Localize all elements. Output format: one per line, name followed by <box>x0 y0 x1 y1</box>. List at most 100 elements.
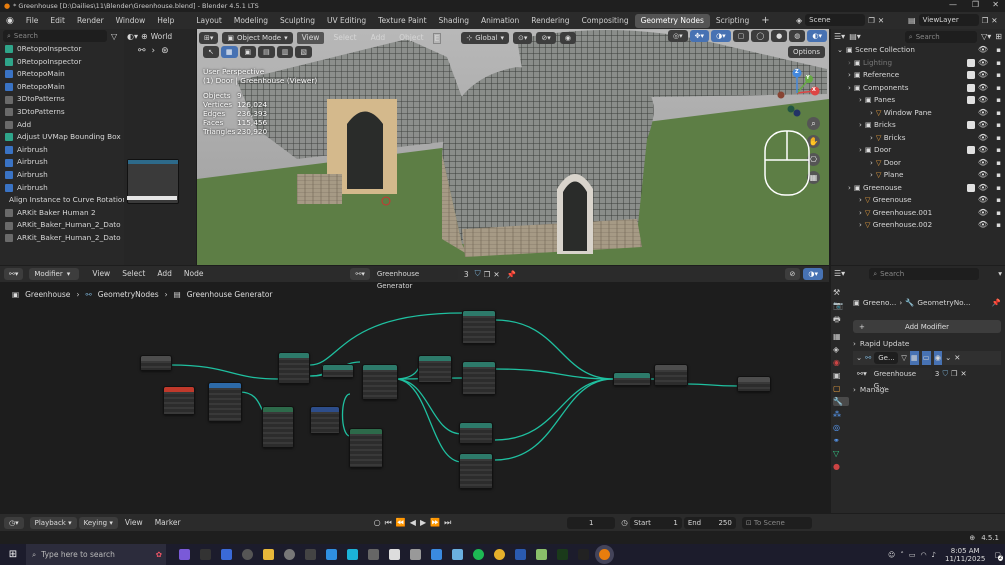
uv-unwrap-node[interactable] <box>459 422 493 444</box>
user-icon[interactable]: ☺ <box>888 551 895 559</box>
calculator-icon[interactable] <box>221 549 232 560</box>
world-tab-icon[interactable]: ◉ <box>833 358 849 367</box>
duplicate-icon[interactable]: ❐ <box>951 367 958 381</box>
jump-start-icon[interactable]: ⏮ <box>385 518 392 528</box>
set-material-node-1[interactable] <box>462 310 496 344</box>
particles-tab-icon[interactable]: ⁂ <box>833 410 849 419</box>
camera-icon[interactable]: ▪ <box>996 144 1001 157</box>
camera-icon[interactable]: ▪ <box>996 119 1001 132</box>
material-shading-icon[interactable]: ◍ <box>789 30 806 42</box>
asset-item[interactable]: ARKit_Baker_Human_2_Dato <box>0 219 124 232</box>
outliner-row[interactable]: › ▣ Panes 👁 ▪ <box>831 94 1005 107</box>
filter-icon[interactable]: ▽▾ <box>981 32 991 41</box>
chevron-right-icon[interactable]: › <box>859 208 862 217</box>
camera-icon[interactable]: ▪ <box>996 194 1001 207</box>
chevron-right-icon[interactable]: › <box>859 120 862 129</box>
output-tab-icon[interactable]: 🖶 <box>833 314 849 328</box>
file-explorer-icon[interactable] <box>263 549 274 560</box>
asset-item[interactable]: Airbrush <box>0 144 124 157</box>
visibility-icon[interactable]: ◎▾ <box>668 30 688 42</box>
chevron-right-icon[interactable]: › <box>848 83 851 92</box>
gizmo-toggle-icon[interactable]: ✥▾ <box>689 30 710 42</box>
record-icon[interactable]: ○ <box>374 518 381 527</box>
camera-icon[interactable]: ▪ <box>996 94 1001 107</box>
camera-icon[interactable]: ▪ <box>996 132 1001 145</box>
maximize-button[interactable]: ❐ <box>972 0 979 9</box>
exclude-checkbox[interactable] <box>967 121 975 129</box>
app-icon-9[interactable] <box>347 549 358 560</box>
app-icon-7[interactable] <box>305 549 316 560</box>
chevron-right-icon[interactable]: › <box>870 108 873 117</box>
render-icon[interactable]: ◉ <box>933 351 943 365</box>
properties-search-input[interactable]: ⌕ Search <box>869 267 980 280</box>
chrome-icon[interactable] <box>494 549 505 560</box>
filter-icon[interactable]: ▽ <box>111 32 117 41</box>
eye-icon[interactable]: 👁 <box>978 94 988 107</box>
rendered-shading-icon[interactable]: ◐▾ <box>807 30 827 42</box>
remove-viewlayer-icon[interactable]: ✕ <box>991 16 997 25</box>
fake-user-icon[interactable]: ⛉ <box>942 367 947 381</box>
terminal-icon[interactable] <box>200 549 211 560</box>
add-modifier-button[interactable]: + Add Modifier <box>853 320 1001 333</box>
data-tab-icon[interactable]: ▽ <box>833 449 849 458</box>
eye-icon[interactable]: 👁 <box>978 82 988 95</box>
menu-marker[interactable]: Marker <box>150 515 186 531</box>
outliner-row[interactable]: › ▣ Greenouse 👁 ▪ <box>831 182 1005 195</box>
snap-icon[interactable]: ⊘▾ <box>536 32 556 44</box>
outliner-row[interactable]: › ▽ Window Pane 👁 ▪ <box>831 107 1005 120</box>
scene-field[interactable]: Scene <box>805 14 866 26</box>
exclude-checkbox[interactable] <box>967 183 975 192</box>
asset-item[interactable]: Adjust UVMap Bounding Box <box>0 131 124 144</box>
overlay-toggle-icon[interactable]: ◑▾ <box>711 30 731 42</box>
menu-select[interactable]: Select <box>328 30 361 46</box>
modifier-filter-icon[interactable]: ▽ <box>901 351 907 365</box>
outliner-row[interactable]: › ▽ Door 👁 ▪ <box>831 157 1005 170</box>
asset-item[interactable]: ARKit_Baker_Human_2_Dato <box>0 232 124 245</box>
chevron-right-icon[interactable]: › <box>870 158 873 167</box>
camera-icon[interactable]: ▪ <box>996 207 1001 220</box>
jump-end-icon[interactable]: ⏭ <box>444 518 451 528</box>
properties-editor-icon[interactable]: ☰▾ <box>834 269 845 278</box>
chevron-down-icon[interactable]: ⌄ <box>837 45 843 54</box>
viewlayer-icon[interactable]: ▤ <box>908 16 916 25</box>
eye-icon[interactable]: 👁 <box>978 157 988 170</box>
notification-icon[interactable]: ▢ 2 <box>994 551 1003 561</box>
app-icon-18[interactable] <box>536 549 547 560</box>
camera-icon[interactable]: ▪ <box>996 44 1001 57</box>
modifier-node-group-field[interactable]: Greenhouse G... <box>869 368 932 390</box>
github-icon[interactable] <box>242 549 253 560</box>
asset-item[interactable]: 0RetopoInspector <box>0 56 124 69</box>
viewport-3d[interactable]: ⊞▾ ▣ Object Mode ▾ View Select Add Objec… <box>197 29 829 265</box>
scene-tab-icon[interactable]: ◈ <box>833 345 849 354</box>
object-tab-icon[interactable]: ▢ <box>833 384 849 393</box>
chevron-right-icon[interactable]: › <box>859 195 862 204</box>
rapid-update-panel[interactable]: › Rapid Update <box>853 337 1001 351</box>
copy-viewlayer-icon[interactable]: ❐ <box>982 16 989 25</box>
asset-item[interactable]: 0RetopoInspector <box>0 43 124 56</box>
chevron-right-icon[interactable]: › <box>848 70 851 79</box>
modifier-tab-icon[interactable]: 🔧 <box>833 397 849 406</box>
eye-icon[interactable]: 👁 <box>978 69 988 82</box>
app-icon-6[interactable] <box>284 549 295 560</box>
tweak-tool-icon[interactable]: ↖ <box>203 46 219 58</box>
asset-item[interactable]: 3DtoPatterns <box>0 93 124 106</box>
chevron-right-icon[interactable]: › <box>848 58 851 67</box>
time-icon[interactable]: ◷ <box>621 518 628 527</box>
chevron-right-icon[interactable]: › <box>870 170 873 179</box>
asset-item[interactable]: Add <box>0 119 124 132</box>
tab-uv-editing[interactable]: UV Editing <box>321 14 372 28</box>
steam-icon[interactable] <box>515 549 526 560</box>
volume-icon[interactable]: ♪ <box>932 551 936 559</box>
pin-icon[interactable]: 📌 <box>992 296 1001 310</box>
exclude-checkbox[interactable] <box>967 71 975 79</box>
transform-node[interactable] <box>278 352 310 384</box>
solid-shading-icon[interactable]: ● <box>771 30 788 42</box>
menu-file[interactable]: File <box>20 12 45 29</box>
set-material-node-2[interactable] <box>462 361 496 395</box>
exclude-checkbox[interactable] <box>967 96 975 104</box>
chevron-right-icon[interactable]: › <box>859 220 862 229</box>
transform-orientation-dropdown[interactable]: ⊹ Global ▾ <box>461 32 510 44</box>
node-group-users[interactable]: 3 <box>935 367 940 381</box>
tab-compositing[interactable]: Compositing <box>576 14 635 28</box>
tab-scripting[interactable]: Scripting <box>710 14 755 28</box>
